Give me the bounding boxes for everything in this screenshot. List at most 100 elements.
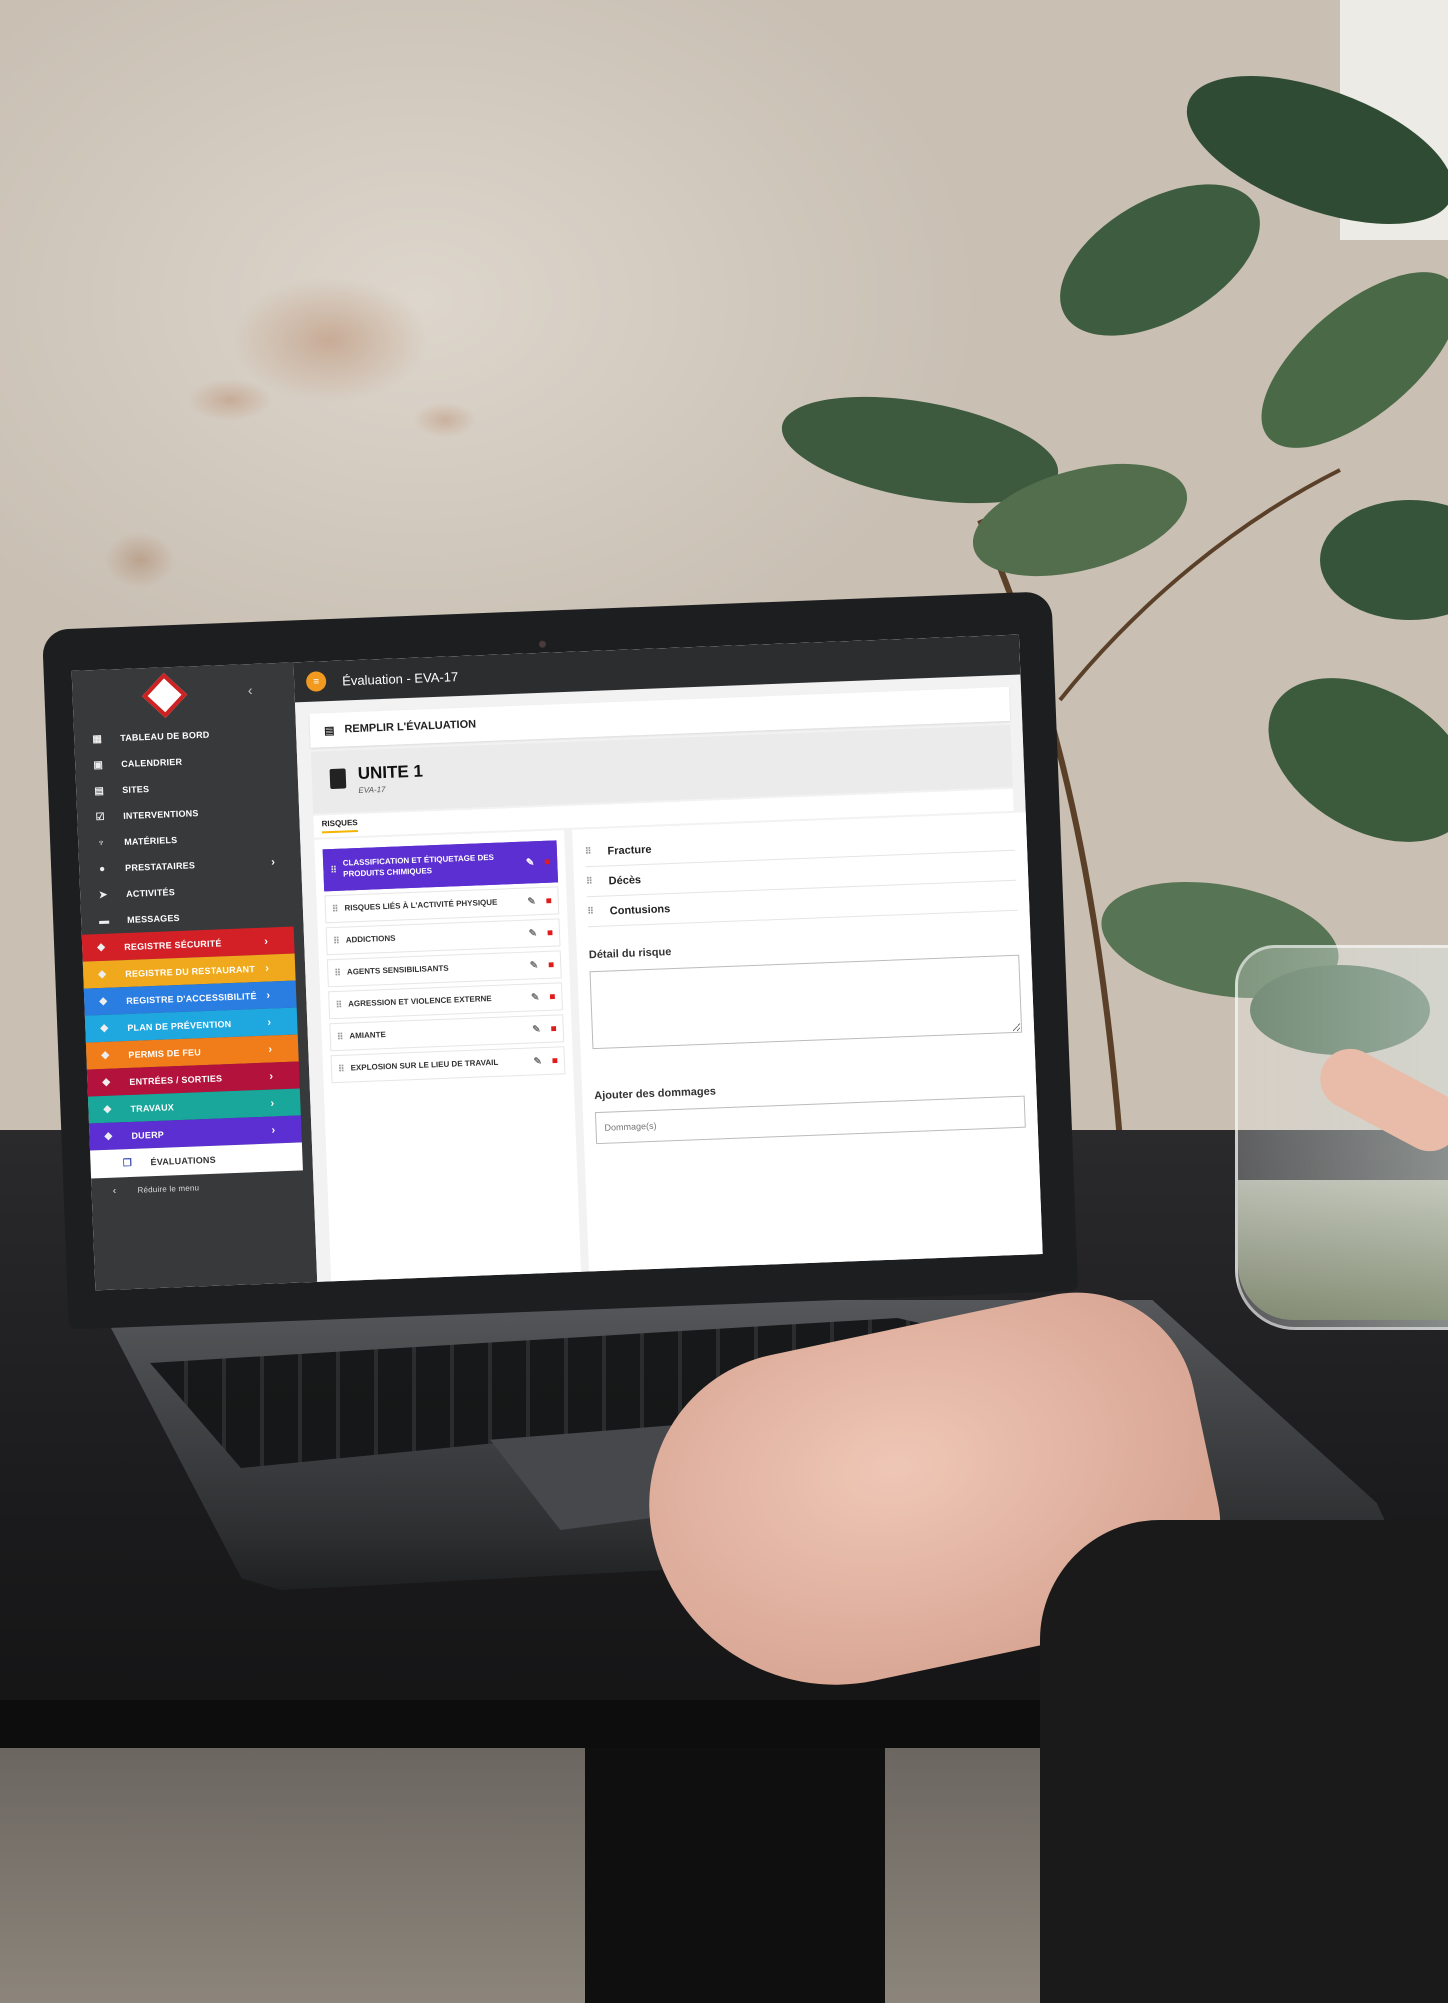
sidebar-item-label: PLAN DE PRÉVENTION (127, 1018, 232, 1033)
black-sleeve (1040, 1520, 1448, 2003)
prevention-icon: ◆ (100, 1022, 109, 1035)
collapse-menu-label: Réduire le menu (137, 1182, 200, 1195)
webcam (538, 640, 547, 648)
risk-label: RISQUES LIÉS À L'ACTIVITÉ PHYSIQUE (344, 897, 498, 913)
edit-icon[interactable]: ✎ (532, 1024, 541, 1035)
card-header-title: REMPLIR L'ÉVALUATION (344, 718, 477, 736)
risk-label: AMIANTE (349, 1029, 386, 1041)
table-leg (585, 1748, 885, 2003)
risk-item[interactable]: ⠿ RISQUES LIÉS À L'ACTIVITÉ PHYSIQUE ✎ ■ (324, 886, 560, 924)
edit-icon[interactable]: ✎ (533, 1056, 542, 1067)
risk-label: AGENTS SENSIBILISANTS (346, 963, 449, 977)
damage-label: Contusions (609, 902, 671, 917)
laptop-lid: ‹ ▦ TABLEAU DE BORD ▣ CALENDRIER ▤ SITES… (42, 591, 1079, 1330)
edit-icon[interactable]: ✎ (531, 992, 540, 1003)
chevron-left-icon[interactable]: ‹ (247, 682, 252, 698)
edit-icon[interactable]: ✎ (528, 928, 537, 939)
sidebar-item-label: REGISTRE SÉCURITÉ (124, 937, 222, 952)
chevron-down-icon: › (271, 1123, 276, 1137)
user-icon: ● (98, 863, 106, 875)
delete-icon[interactable]: ■ (552, 1055, 558, 1066)
risk-item[interactable]: ⠿ AGENTS SENSIBILISANTS ✎ ■ (326, 950, 562, 988)
sidebar-item-label: INTERVENTIONS (123, 808, 199, 822)
sidebar-item-label: REGISTRE D'ACCESSIBILITÉ (126, 990, 257, 1006)
document-icon: ▤ (323, 724, 335, 737)
menu-icon[interactable]: ≡ (305, 671, 327, 692)
laptop-screen: ‹ ▦ TABLEAU DE BORD ▣ CALENDRIER ▤ SITES… (71, 634, 1043, 1291)
register-icon: ◆ (97, 941, 106, 954)
chevron-right-icon: › (268, 1042, 273, 1056)
drag-handle-icon[interactable]: ⠿ (585, 846, 592, 857)
chevron-right-icon: › (265, 962, 270, 975)
risk-item[interactable]: ⠿ ADDICTIONS ✎ ■ (325, 918, 561, 956)
drag-handle-icon[interactable]: ⠿ (338, 1063, 345, 1074)
sidebar-item-label: MESSAGES (127, 912, 180, 925)
sidebar-item-label: PERMIS DE FEU (128, 1046, 202, 1060)
drag-handle-icon[interactable]: ⠿ (330, 864, 337, 875)
delete-icon[interactable]: ■ (550, 1023, 556, 1034)
risk-label: EXPLOSION SUR LE LIEU DE TRAVAIL (350, 1057, 499, 1073)
risk-label: CLASSIFICATION ET ÉTIQUETAGE DES PRODUIT… (342, 853, 495, 879)
delete-icon[interactable]: ■ (546, 895, 552, 906)
delete-icon[interactable]: ■ (547, 927, 553, 938)
sidebar-item-label: TABLEAU DE BORD (120, 729, 210, 744)
tool-icon: ♆ (97, 837, 106, 849)
drag-handle-icon[interactable]: ⠿ (337, 1031, 344, 1042)
delete-icon[interactable]: ■ (549, 991, 555, 1002)
tab-risques[interactable]: RISQUES (321, 818, 359, 834)
checkbox-icon: ☑ (95, 811, 106, 823)
dashboard-icon: ▦ (92, 733, 103, 745)
restaurant-icon: ◆ (98, 968, 107, 981)
risk-list: ⠿ CLASSIFICATION ET ÉTIQUETAGE DES PRODU… (314, 830, 582, 1282)
sidebar-item-label: ÉVALUATIONS (150, 1154, 217, 1168)
accessibility-icon: ◆ (99, 995, 108, 1008)
sidebar-item-label: REGISTRE DU RESTAURANT (125, 963, 256, 979)
sidebar-item-label: PRESTATAIRES (125, 860, 196, 873)
risk-detail-panel: ⠿ Fracture ⠿ Décès ⠿ Contusions Détail d… (572, 812, 1043, 1272)
works-icon: ◆ (103, 1103, 112, 1115)
page-title: Évaluation - EVA-17 (341, 668, 459, 689)
sidebar-item-label: MATÉRIELS (124, 834, 178, 847)
drag-handle-icon[interactable]: ⠿ (586, 876, 593, 887)
risk-detail-textarea[interactable] (589, 954, 1023, 1050)
delete-icon[interactable]: ■ (548, 959, 554, 970)
duerp-icon: ◆ (104, 1130, 113, 1142)
sidebar-item-label: TRAVAUX (130, 1101, 175, 1114)
sidebar-item-label: ENTRÉES / SORTIES (129, 1072, 223, 1087)
sidebar-item-label: DUERP (131, 1129, 165, 1141)
drag-handle-icon[interactable]: ⠿ (335, 999, 342, 1010)
activity-icon: ➤ (98, 889, 108, 901)
damage-label: Décès (608, 873, 642, 887)
unit-title: UNITE 1 (357, 761, 424, 783)
sidebar-item-label: SITES (122, 784, 150, 796)
chevron-right-icon: › (269, 1069, 274, 1083)
sidebar: ‹ ▦ TABLEAU DE BORD ▣ CALENDRIER ▤ SITES… (71, 662, 318, 1291)
chevron-left-icon: ‹ (112, 1185, 117, 1197)
drag-handle-icon[interactable]: ⠿ (587, 906, 594, 917)
risk-item[interactable]: ⠿ EXPLOSION SUR LE LIEU DE TRAVAIL ✎ ■ (330, 1046, 566, 1084)
drag-handle-icon[interactable]: ⠿ (334, 967, 341, 978)
chevron-right-icon: › (270, 1096, 275, 1110)
risk-item[interactable]: ⠿ AMIANTE ✎ ■ (329, 1014, 565, 1052)
chevron-right-icon: › (270, 856, 276, 869)
edit-icon[interactable]: ✎ (530, 960, 539, 971)
drag-handle-icon[interactable]: ⠿ (333, 935, 340, 946)
copy-icon: ❐ (122, 1157, 133, 1169)
risk-label: ADDICTIONS (345, 933, 396, 945)
edit-icon[interactable]: ✎ (526, 857, 535, 868)
unit-code: EVA-17 (358, 784, 386, 795)
edit-icon[interactable]: ✎ (527, 896, 536, 907)
calendar-icon: ▣ (93, 759, 104, 771)
chevron-right-icon: › (266, 989, 271, 1002)
file-icon (329, 768, 347, 790)
delete-icon[interactable]: ■ (544, 856, 550, 867)
door-icon: ◆ (102, 1076, 111, 1089)
main-content: ≡ Évaluation - EVA-17 ▤ REMPLIR L'ÉVALUA… (293, 634, 1043, 1282)
drag-handle-icon[interactable]: ⠿ (332, 903, 339, 914)
message-icon: ▬ (98, 915, 110, 927)
add-damage-input[interactable] (594, 1095, 1026, 1145)
sidebar-header: ‹ (72, 662, 296, 726)
risk-item[interactable]: ⠿ AGRESSION ET VIOLENCE EXTERNE ✎ ■ (328, 982, 563, 1020)
brand-logo[interactable] (141, 672, 188, 718)
risk-item[interactable]: ⠿ CLASSIFICATION ET ÉTIQUETAGE DES PRODU… (322, 840, 559, 892)
